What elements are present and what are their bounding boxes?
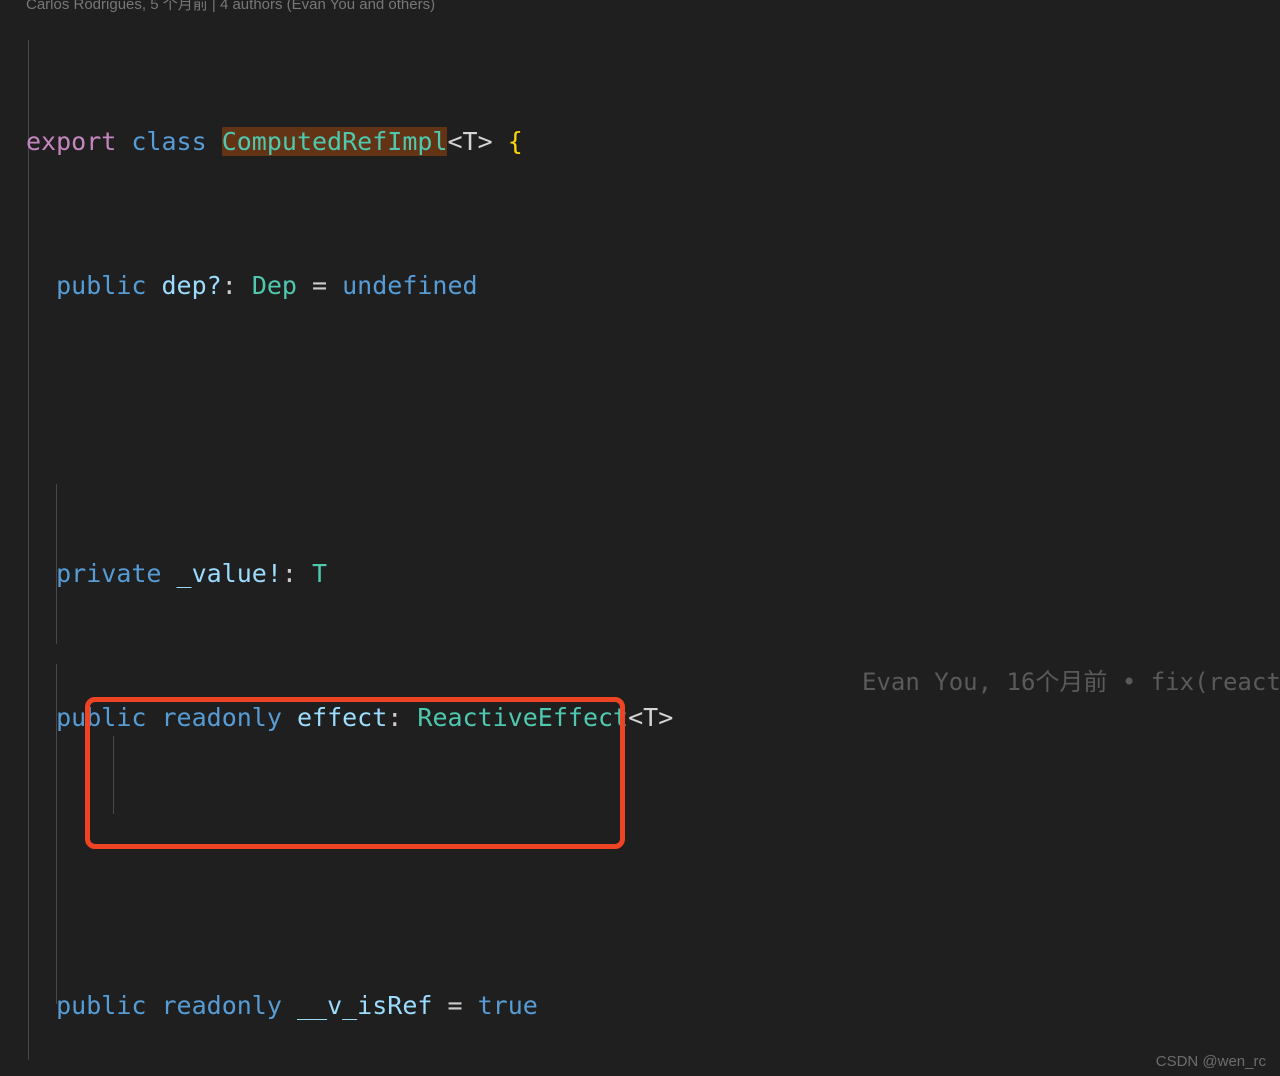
value-undefined: undefined [342, 271, 478, 300]
prop-v-isref: __v_isRef [296, 991, 433, 1020]
file-blame-header: Carlos Rodrigues, 5 个月前 | 4 authors (Eva… [26, 0, 436, 13]
keyword-export: export [26, 127, 117, 156]
prop-dep: dep? [161, 271, 222, 300]
search-match-computedrefimpl[interactable]: ComputedRefImpl [221, 127, 448, 156]
code-line-7[interactable]: public readonly __v_isRef = true [0, 988, 1280, 1024]
type-T: T [312, 559, 328, 588]
keyword-class: class [131, 127, 207, 156]
code-line-6-blank [0, 844, 1280, 880]
keyword-readonly: readonly [161, 991, 282, 1020]
value-true: true [477, 991, 538, 1020]
keyword-private: private [56, 559, 162, 588]
code-line-1[interactable]: export class ComputedRefImpl<T> { [0, 124, 1280, 160]
inline-blame-annotation: Evan You, 16个月前 • fix(react [862, 668, 1280, 696]
prop-effect: effect [296, 703, 388, 732]
keyword-public: public [56, 271, 147, 300]
code-line-4[interactable]: private _value!: T [0, 556, 1280, 592]
code-line-3-blank [0, 412, 1280, 448]
code-line-2[interactable]: public dep?: Dep = undefined [0, 268, 1280, 304]
code-content[interactable]: export class ComputedRefImpl<T> { public… [0, 16, 1280, 1076]
keyword-public: public [56, 991, 147, 1020]
generic-param: <T> [447, 127, 493, 156]
type-dep: Dep [251, 271, 297, 300]
code-editor[interactable]: Carlos Rodrigues, 5 个月前 | 4 authors (Eva… [0, 0, 1280, 1076]
open-brace: { [507, 127, 523, 156]
keyword-public: public [56, 703, 147, 732]
code-line-5[interactable]: public readonly effect: ReactiveEffect<T… [0, 700, 1280, 736]
prop-value: _value! [176, 559, 282, 588]
keyword-readonly: readonly [161, 703, 282, 732]
type-reactiveeffect: ReactiveEffect [417, 703, 629, 732]
watermark: CSDN @wen_rc [1155, 1053, 1266, 1070]
